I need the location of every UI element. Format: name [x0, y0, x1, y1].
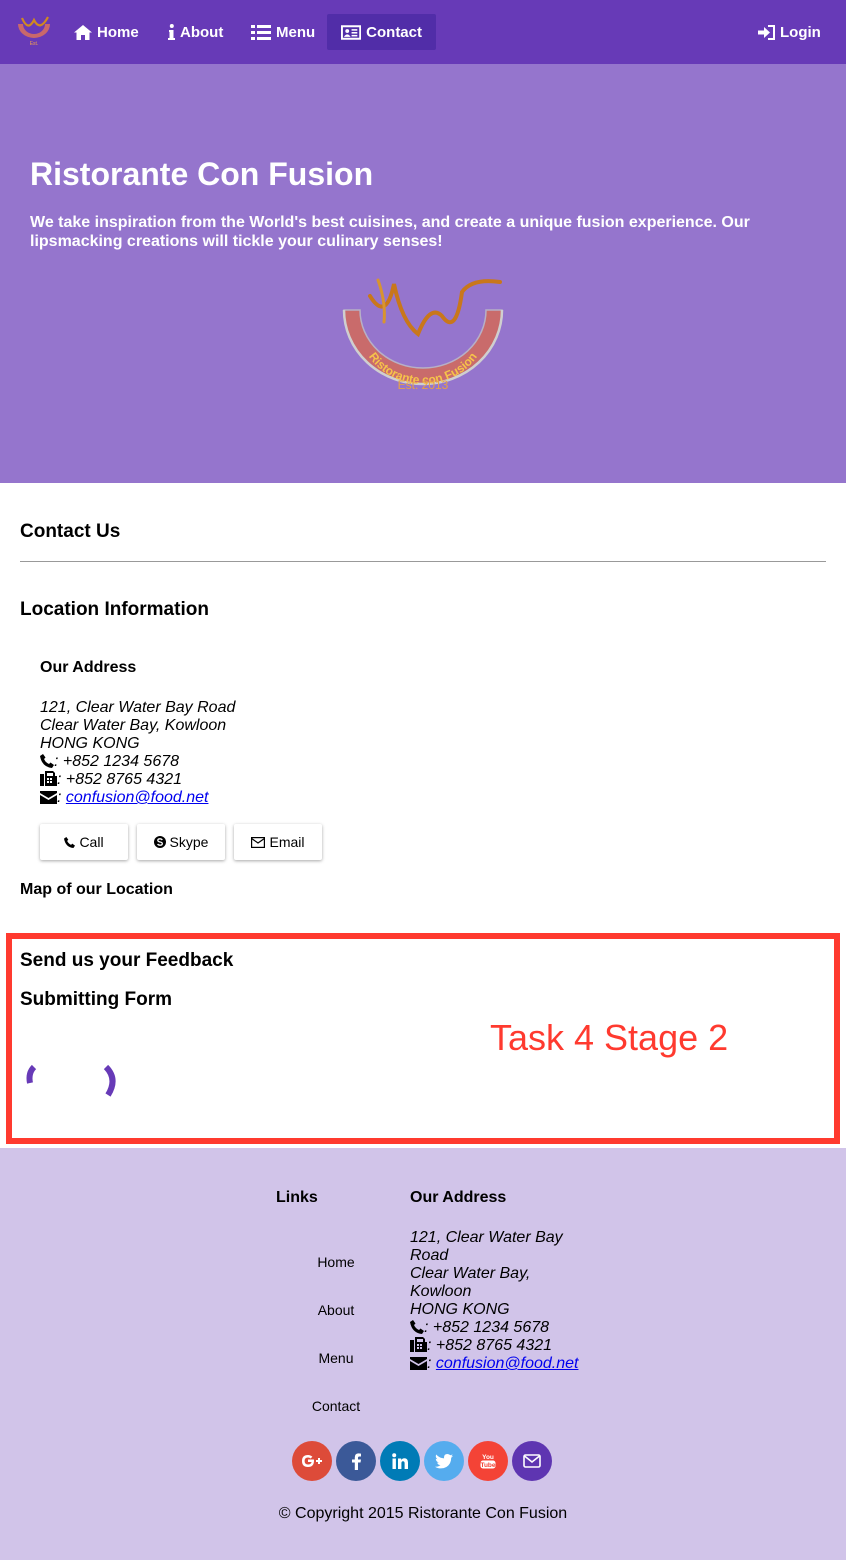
mail-button[interactable]: [512, 1441, 552, 1481]
contact-button-row: Call Skype Email: [40, 824, 322, 860]
fax-value: : +852 8765 4321: [427, 1337, 553, 1354]
google-plus-icon: [302, 1455, 322, 1467]
address-line: Road: [410, 1247, 449, 1264]
fax-value: : +852 8765 4321: [57, 771, 183, 788]
login-button[interactable]: Login: [744, 14, 835, 50]
jumbotron: Ristorante Con Fusion We take inspiratio…: [0, 64, 846, 483]
footer-address-block: 121, Clear Water Bay Road Clear Water Ba…: [410, 1229, 580, 1373]
social-buttons: You Tube: [292, 1441, 552, 1481]
email-line: : confusion@food.net: [40, 789, 235, 807]
restaurant-description: We take inspiration from the World's bes…: [30, 214, 750, 250]
youtube-button[interactable]: You Tube: [468, 1441, 508, 1481]
phone-icon: [40, 754, 54, 768]
feedback-heading: Send us your Feedback: [20, 950, 234, 971]
envelope-icon: [40, 791, 57, 804]
address-line: HONG KONG: [410, 1301, 510, 1318]
phone-value: : +852 1234 5678: [54, 753, 180, 770]
info-icon: [168, 24, 175, 40]
address-line: Clear Water Bay, Kowloon: [40, 717, 227, 734]
submitting-heading: Submitting Form: [20, 989, 172, 1010]
skype-button[interactable]: Skype: [137, 824, 225, 860]
footer-address-heading: Our Address: [410, 1189, 507, 1206]
skype-label: Skype: [169, 834, 209, 850]
phone-icon: [410, 1320, 424, 1334]
address-card-icon: [341, 24, 362, 40]
twitter-button[interactable]: [424, 1441, 464, 1481]
svg-text:Est. 2013: Est. 2013: [398, 378, 449, 392]
nav-about[interactable]: About: [154, 14, 237, 50]
linkedin-icon: [392, 1453, 408, 1469]
envelope-icon: [410, 1357, 427, 1370]
email-line: : confusion@food.net: [410, 1355, 580, 1373]
footer-link-about[interactable]: About: [296, 1302, 376, 1318]
svg-text:You: You: [482, 1454, 494, 1461]
loading-spinner-icon: [26, 1064, 116, 1097]
nav-menu-label: Menu: [276, 23, 316, 41]
svg-text:Est.: Est.: [30, 41, 39, 46]
address-line: Clear Water Bay,: [410, 1265, 531, 1282]
footer-email-link[interactable]: confusion@food.net: [436, 1355, 579, 1372]
twitter-icon: [435, 1453, 453, 1468]
nav-about-label: About: [180, 23, 224, 41]
address-block: 121, Clear Water Bay Road Clear Water Ba…: [40, 699, 235, 807]
location-heading: Location Information: [20, 599, 209, 620]
divider: [20, 561, 826, 562]
fax-line: : +852 8765 4321: [40, 771, 235, 789]
footer-link-menu[interactable]: Menu: [296, 1350, 376, 1366]
mail-icon: [523, 1454, 541, 1468]
nav-home[interactable]: Home: [60, 14, 153, 50]
facebook-button[interactable]: [336, 1441, 376, 1481]
address-line: 121, Clear Water Bay Road: [40, 699, 236, 716]
google-plus-button[interactable]: [292, 1441, 332, 1481]
home-icon: [74, 24, 92, 40]
linkedin-button[interactable]: [380, 1441, 420, 1481]
nav-home-label: Home: [97, 23, 139, 41]
phone-icon: [64, 836, 76, 848]
skype-icon: [153, 836, 166, 848]
call-button[interactable]: Call: [40, 824, 128, 860]
copyright-text: © Copyright 2015 Ristorante Con Fusion: [278, 1505, 568, 1522]
fax-icon: [410, 1337, 427, 1352]
call-label: Call: [79, 834, 104, 850]
email-link[interactable]: confusion@food.net: [66, 789, 209, 806]
youtube-icon: YouTube: [480, 1454, 495, 1469]
email-label: Email: [269, 834, 305, 850]
svg-text:Tube: Tube: [480, 1462, 495, 1469]
address-line: HONG KONG: [40, 735, 140, 752]
top-toolbar: Est. Home About Menu Contact Login: [0, 0, 846, 64]
fax-icon: [40, 771, 57, 786]
restaurant-logo[interactable]: Est.: [14, 14, 54, 46]
footer-links-heading: Links: [276, 1189, 318, 1206]
phone-value: : +852 1234 5678: [424, 1319, 550, 1336]
address-heading: Our Address: [40, 659, 137, 676]
email-button[interactable]: Email: [234, 824, 322, 860]
email-prefix: :: [427, 1355, 436, 1372]
fax-line: : +852 8765 4321: [410, 1337, 580, 1355]
address-line: 121, Clear Water Bay: [410, 1229, 563, 1246]
email-prefix: :: [57, 789, 66, 806]
restaurant-title: Ristorante Con Fusion: [30, 156, 374, 192]
contact-heading: Contact Us: [20, 521, 121, 542]
nav-menu[interactable]: Menu: [237, 14, 329, 50]
phone-line: : +852 1234 5678: [410, 1319, 580, 1337]
list-icon: [251, 24, 271, 40]
nav-contact-label: Contact: [366, 23, 422, 41]
task-annotation: Task 4 Stage 2: [490, 1017, 729, 1058]
address-line: Kowloon: [410, 1283, 472, 1300]
map-heading: Map of our Location: [20, 881, 173, 898]
facebook-icon: [351, 1452, 361, 1470]
footer-link-contact[interactable]: Contact: [296, 1398, 376, 1414]
footer-link-home[interactable]: Home: [296, 1254, 376, 1270]
phone-line: : +852 1234 5678: [40, 753, 235, 771]
nav-contact[interactable]: Contact: [327, 14, 436, 50]
hero-logo-image: Ristorante con Fusion Est. 2013: [342, 278, 504, 392]
login-label: Login: [780, 23, 821, 41]
sign-in-icon: [758, 24, 775, 40]
envelope-outline-icon: [251, 836, 266, 848]
